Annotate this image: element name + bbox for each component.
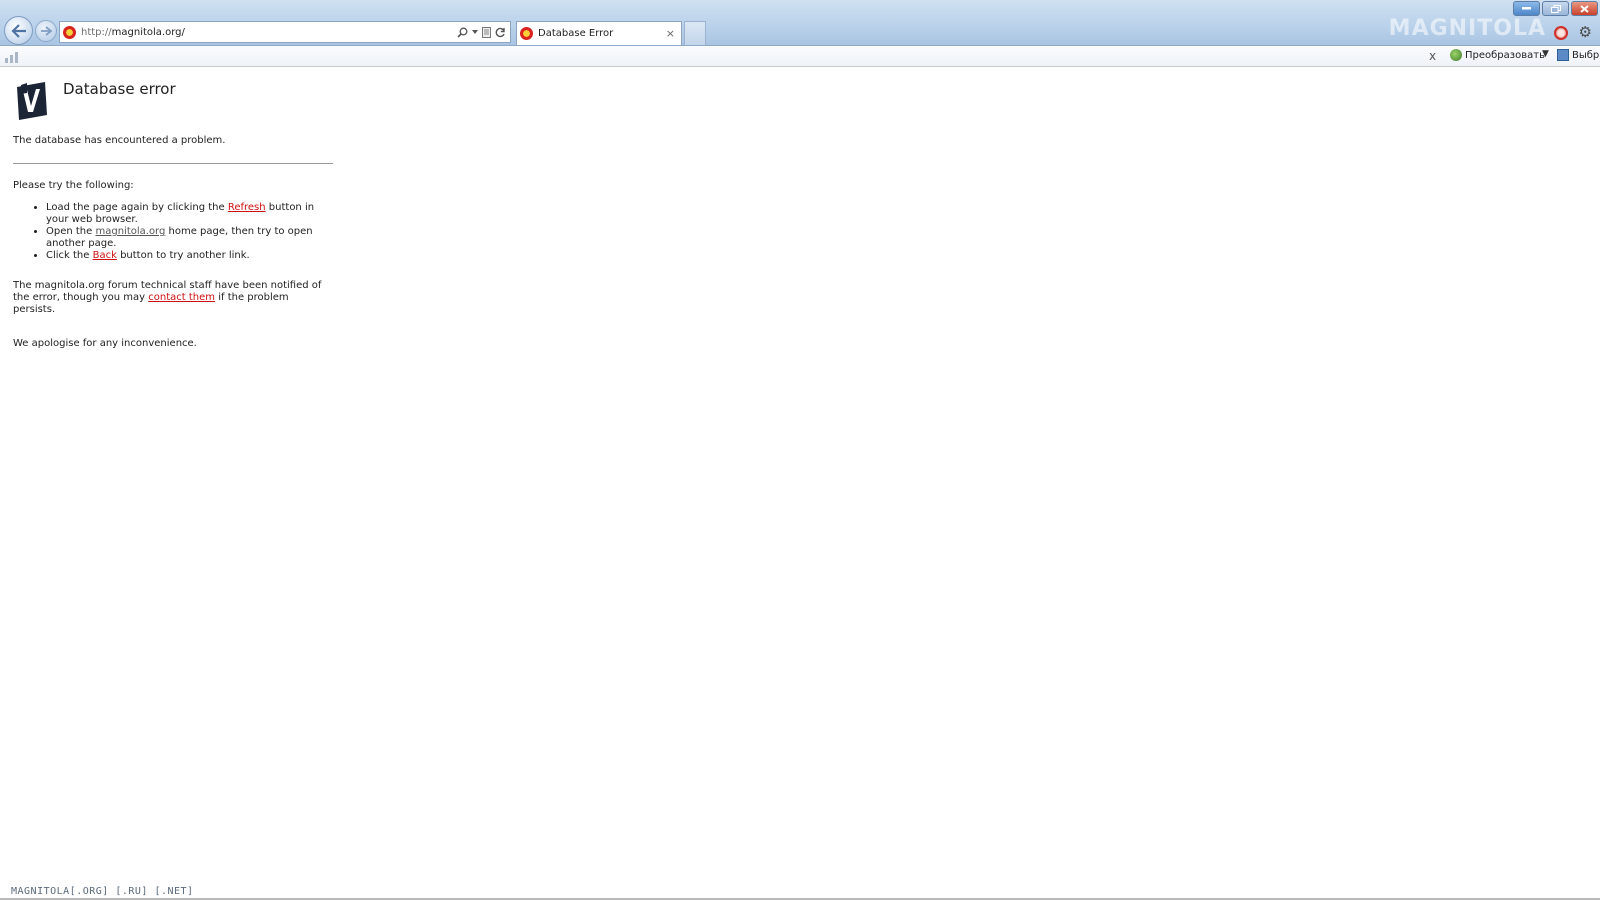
- url-host: magnitola.org/: [111, 26, 185, 38]
- intro-text: The database has encountered a problem.: [13, 135, 226, 146]
- restore-icon: [1550, 4, 1561, 13]
- translate-button[interactable]: Преобразовать: [1450, 49, 1545, 61]
- footer-watermark: MAGNITOLA[.ORG] [.RU] [.NET]: [11, 886, 194, 897]
- home-icon[interactable]: [1554, 26, 1568, 40]
- window-close-button[interactable]: [1571, 1, 1598, 16]
- tab-favicon: [520, 27, 533, 40]
- suggestion-text: button to try another link.: [116, 250, 250, 261]
- logo-icon: [17, 82, 47, 120]
- command-bar-close[interactable]: x: [1429, 49, 1436, 63]
- suggestion-text: Open the: [46, 226, 96, 237]
- tab-database-error[interactable]: Database Error ×: [516, 21, 682, 45]
- divider: [13, 163, 333, 164]
- search-icon[interactable]: [457, 27, 468, 38]
- list-item: Load the page again by clicking the Refr…: [46, 202, 333, 226]
- contact-link[interactable]: contact them: [148, 292, 215, 303]
- url-prefix: http://: [81, 26, 112, 38]
- home-page-link[interactable]: magnitola.org: [95, 226, 165, 237]
- refresh-icon[interactable]: [495, 27, 506, 38]
- feed-icon[interactable]: [5, 51, 18, 63]
- address-bar[interactable]: http:// magnitola.org/: [59, 21, 511, 43]
- back-link[interactable]: Back: [93, 250, 117, 261]
- refresh-link[interactable]: Refresh: [228, 202, 266, 213]
- command-bar: x Преобразовать ▼ Выбр: [0, 46, 1600, 67]
- minimize-icon: [1522, 7, 1531, 10]
- tab-close-icon[interactable]: ×: [666, 27, 675, 40]
- translate-label: Преобразовать: [1465, 49, 1545, 61]
- browser-titlebar: http:// magnitola.org/ Database Error × …: [0, 0, 1600, 46]
- window-controls: [1513, 1, 1598, 16]
- search-dropdown-icon[interactable]: [472, 30, 478, 34]
- translate-icon: [1450, 49, 1462, 61]
- close-icon: [1580, 4, 1589, 13]
- site-favicon: [63, 25, 76, 39]
- error-page: Database error The database has encounte…: [13, 80, 333, 350]
- tab-title: Database Error: [538, 28, 614, 39]
- forward-icon: [41, 26, 52, 36]
- list-item: Click the Back button to try another lin…: [46, 250, 333, 262]
- back-button[interactable]: [4, 16, 33, 45]
- suggestion-text: Click the: [46, 250, 93, 261]
- select-label: Выбр: [1572, 49, 1600, 61]
- apology-text: We apologise for any inconvenience.: [13, 338, 197, 349]
- forward-button[interactable]: [35, 20, 57, 42]
- new-tab-button[interactable]: [684, 21, 706, 45]
- suggestion-text: Load the page again by clicking the: [46, 202, 228, 213]
- back-icon: [10, 23, 26, 38]
- select-icon: [1557, 49, 1569, 61]
- suggestion-list: Load the page again by clicking the Refr…: [46, 202, 333, 262]
- notice-text: The magnitola.org forum technical staff …: [13, 280, 333, 316]
- try-heading: Please try the following:: [13, 180, 134, 191]
- select-button[interactable]: Выбр: [1557, 49, 1599, 61]
- gear-icon[interactable]: ⚙: [1579, 23, 1592, 41]
- page-title: Database error: [63, 80, 176, 98]
- restore-button[interactable]: [1542, 1, 1569, 16]
- compat-icon[interactable]: [482, 26, 491, 38]
- watermark-logo: MAGNITOLA: [1388, 16, 1546, 41]
- minimize-button[interactable]: [1513, 1, 1540, 16]
- list-item: Open the magnitola.org home page, then t…: [46, 226, 333, 250]
- translate-dropdown[interactable]: ▼: [1542, 49, 1549, 59]
- error-header: Database error: [13, 80, 333, 121]
